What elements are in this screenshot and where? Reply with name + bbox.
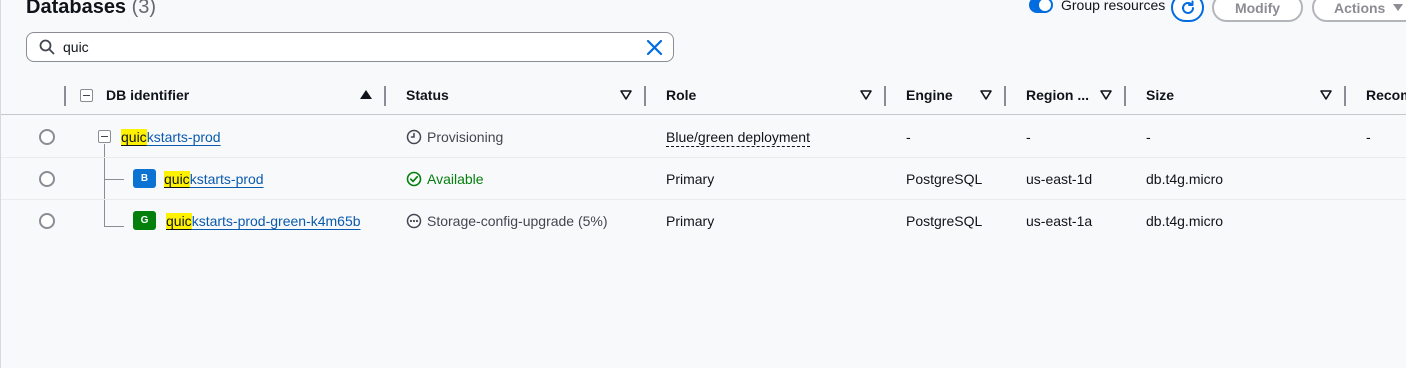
page-title-text: Databases	[26, 0, 127, 18]
sort-icon[interactable]	[860, 89, 872, 101]
search-match-highlight: quic	[164, 171, 190, 187]
role-cell: Primary	[666, 171, 715, 187]
status-text: Provisioning	[427, 129, 504, 145]
sort-icon[interactable]	[980, 89, 992, 101]
column-header-db-identifier[interactable]: DB identifier	[106, 87, 189, 103]
size-cell: db.t4g.micro	[1146, 171, 1224, 187]
table-row[interactable]: B quickstarts-prod Available Primary Pos…	[1, 158, 1406, 200]
size-cell: db.t4g.micro	[1146, 213, 1224, 229]
row-select-radio[interactable]	[39, 171, 55, 187]
sort-ascending-icon[interactable]	[360, 89, 372, 101]
db-identifier-link[interactable]: quickstarts-prod	[121, 129, 221, 145]
clear-search-icon[interactable]	[646, 39, 663, 56]
search-icon	[39, 39, 55, 55]
role-cell: Primary	[666, 213, 715, 229]
search-bar[interactable]	[26, 32, 674, 62]
role-cell[interactable]: Blue/green deployment	[666, 129, 810, 147]
region-cell: us-east-1d	[1026, 171, 1093, 187]
role-text[interactable]: Blue/green deployment	[666, 129, 810, 147]
region-cell: -	[1026, 129, 1031, 145]
sort-icon[interactable]	[620, 89, 632, 101]
database-count: (3)	[131, 0, 157, 18]
status-cell: Available	[406, 171, 484, 187]
engine-cell: -	[906, 129, 911, 145]
region-cell: us-east-1a	[1026, 213, 1093, 229]
search-match-highlight: quic	[166, 213, 192, 229]
db-identifier-link[interactable]: quickstarts-prod	[164, 171, 264, 187]
sort-icon[interactable]	[1100, 89, 1112, 101]
in-progress-icon	[406, 213, 422, 229]
column-header-status[interactable]: Status	[406, 87, 449, 103]
actions-button[interactable]: Actions	[1312, 0, 1406, 22]
modify-button-label: Modify	[1234, 0, 1281, 16]
row-select-radio[interactable]	[39, 213, 55, 229]
db-identifier-rest: kstarts-prod	[146, 129, 221, 145]
collapse-group-button[interactable]	[98, 130, 111, 143]
column-separator[interactable]	[1124, 86, 1126, 106]
column-separator[interactable]	[384, 86, 386, 106]
modify-button[interactable]: Modify	[1212, 0, 1303, 22]
caret-down-icon	[1393, 3, 1404, 11]
status-cell: Storage-config-upgrade (5%)	[406, 213, 608, 229]
sort-icon[interactable]	[1320, 89, 1332, 101]
toggle-switch[interactable]	[1029, 0, 1053, 13]
table-row[interactable]: quickstarts-prod Provisioning Blue/green…	[1, 116, 1406, 158]
engine-cell: PostgreSQL	[906, 171, 983, 187]
status-text: Available	[427, 171, 484, 187]
column-separator[interactable]	[64, 86, 66, 106]
group-resources-toggle[interactable]: Group resources	[1029, 0, 1165, 13]
engine-cell: PostgreSQL	[906, 213, 983, 229]
column-separator[interactable]	[884, 86, 886, 106]
size-cell: -	[1146, 129, 1151, 145]
status-cell: Provisioning	[406, 129, 503, 145]
db-identifier-rest: kstarts-prod-green-k4m65b	[191, 213, 361, 229]
db-identifier-link[interactable]: quickstarts-prod-green-k4m65b	[166, 213, 361, 229]
column-separator[interactable]	[1344, 86, 1346, 106]
recommendations-cell: -	[1366, 129, 1371, 145]
column-header-role[interactable]: Role	[666, 87, 696, 103]
column-header-region[interactable]: Region ...	[1026, 87, 1089, 103]
databases-panel: Databases (3) Group resources Modify Act…	[0, 0, 1406, 368]
db-identifier-rest: kstarts-prod	[189, 171, 264, 187]
column-separator[interactable]	[1004, 86, 1006, 106]
table-row[interactable]: G quickstarts-prod-green-k4m65b Storage-…	[1, 200, 1406, 242]
search-input[interactable]	[63, 39, 633, 55]
check-circle-icon	[406, 171, 422, 187]
column-header-recommendations[interactable]: Recom	[1366, 87, 1406, 103]
refresh-button[interactable]	[1171, 0, 1204, 22]
clock-icon	[406, 129, 422, 145]
actions-button-label: Actions	[1334, 0, 1386, 16]
collapse-all-checkbox[interactable]	[80, 89, 93, 102]
blue-environment-badge: B	[133, 169, 156, 188]
row-select-radio[interactable]	[39, 129, 55, 145]
page-title: Databases (3)	[26, 0, 156, 19]
search-match-highlight: quic	[121, 129, 147, 145]
group-resources-label: Group resources	[1061, 0, 1166, 13]
green-environment-badge: G	[133, 211, 156, 230]
column-separator[interactable]	[644, 86, 646, 106]
status-text: Storage-config-upgrade (5%)	[427, 213, 608, 229]
column-header-engine[interactable]: Engine	[906, 87, 953, 103]
column-header-size[interactable]: Size	[1146, 87, 1174, 103]
table-header: DB identifier Status Role Engine Region …	[1, 78, 1406, 115]
refresh-icon	[1181, 0, 1194, 14]
